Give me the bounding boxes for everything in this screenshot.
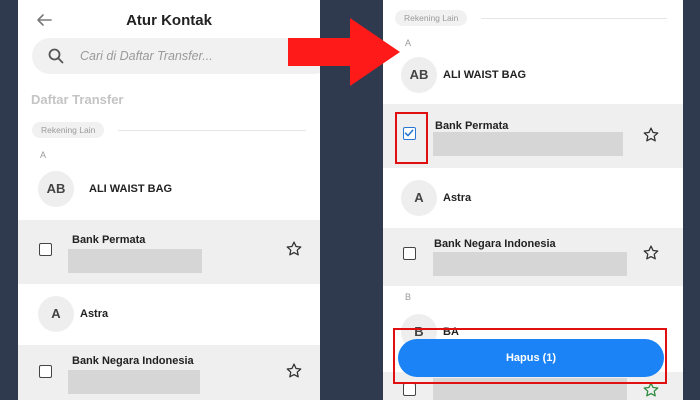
left-screen: Atur Kontak Daftar Transfer Rekening Lai… <box>18 0 320 400</box>
contact-name: Astra <box>443 192 472 204</box>
avatar: A <box>38 296 74 332</box>
masked-account-number <box>68 370 200 394</box>
delete-button-highlight-box <box>393 328 667 384</box>
page-title: Atur Kontak <box>126 12 212 29</box>
contact-row-bank-permata[interactable]: Bank Permata <box>18 220 320 284</box>
contact-row-ali-waist-bag[interactable]: AB ALI WAIST BAG <box>383 46 683 104</box>
select-checkbox[interactable] <box>403 247 416 260</box>
contact-name: Bank Negara Indonesia <box>434 238 556 250</box>
search-input[interactable] <box>80 46 310 66</box>
contact-row-astra[interactable]: A Astra <box>383 168 683 228</box>
select-checkbox[interactable] <box>403 383 416 396</box>
avatar: AB <box>38 171 74 207</box>
contact-name: Bank Permata <box>435 120 509 132</box>
contact-row-bank-negara-indonesia[interactable]: Bank Negara Indonesia <box>383 228 683 286</box>
contact-name: ALI WAIST BAG <box>89 183 173 195</box>
contact-row-bank-negara-indonesia[interactable]: Bank Negara Indonesia <box>18 345 320 400</box>
star-icon[interactable] <box>285 362 303 380</box>
masked-account-number <box>68 249 202 273</box>
contact-row-bank-permata[interactable]: Bank Permata <box>383 104 683 168</box>
account-category-tag: Rekening Lain <box>395 10 468 26</box>
contact-name: Astra <box>80 308 109 320</box>
star-icon[interactable] <box>642 244 660 262</box>
star-icon[interactable] <box>285 240 303 258</box>
divider <box>118 130 306 131</box>
contact-name: Bank Negara Indonesia <box>72 355 194 367</box>
masked-account-number <box>433 132 623 156</box>
checkbox-highlight-box <box>395 112 428 164</box>
search-bar[interactable] <box>32 38 320 74</box>
contact-row-astra[interactable]: A Astra <box>18 284 320 346</box>
star-icon[interactable] <box>642 126 660 144</box>
select-checkbox[interactable] <box>39 243 52 256</box>
select-checkbox[interactable] <box>39 365 52 378</box>
top-bar: Atur Kontak <box>18 0 320 40</box>
masked-account-number <box>433 252 627 276</box>
section-title: Daftar Transfer <box>31 92 124 107</box>
account-category-tag: Rekening Lain <box>32 122 105 138</box>
red-arrow-icon <box>288 18 400 86</box>
avatar: AB <box>401 57 437 93</box>
avatar: A <box>401 180 437 216</box>
contact-name: ALI WAIST BAG <box>443 69 527 81</box>
search-icon <box>48 48 64 64</box>
contact-row-ali-waist-bag[interactable]: AB ALI WAIST BAG <box>18 158 320 220</box>
divider <box>481 18 667 19</box>
contact-name: Bank Permata <box>72 234 146 246</box>
